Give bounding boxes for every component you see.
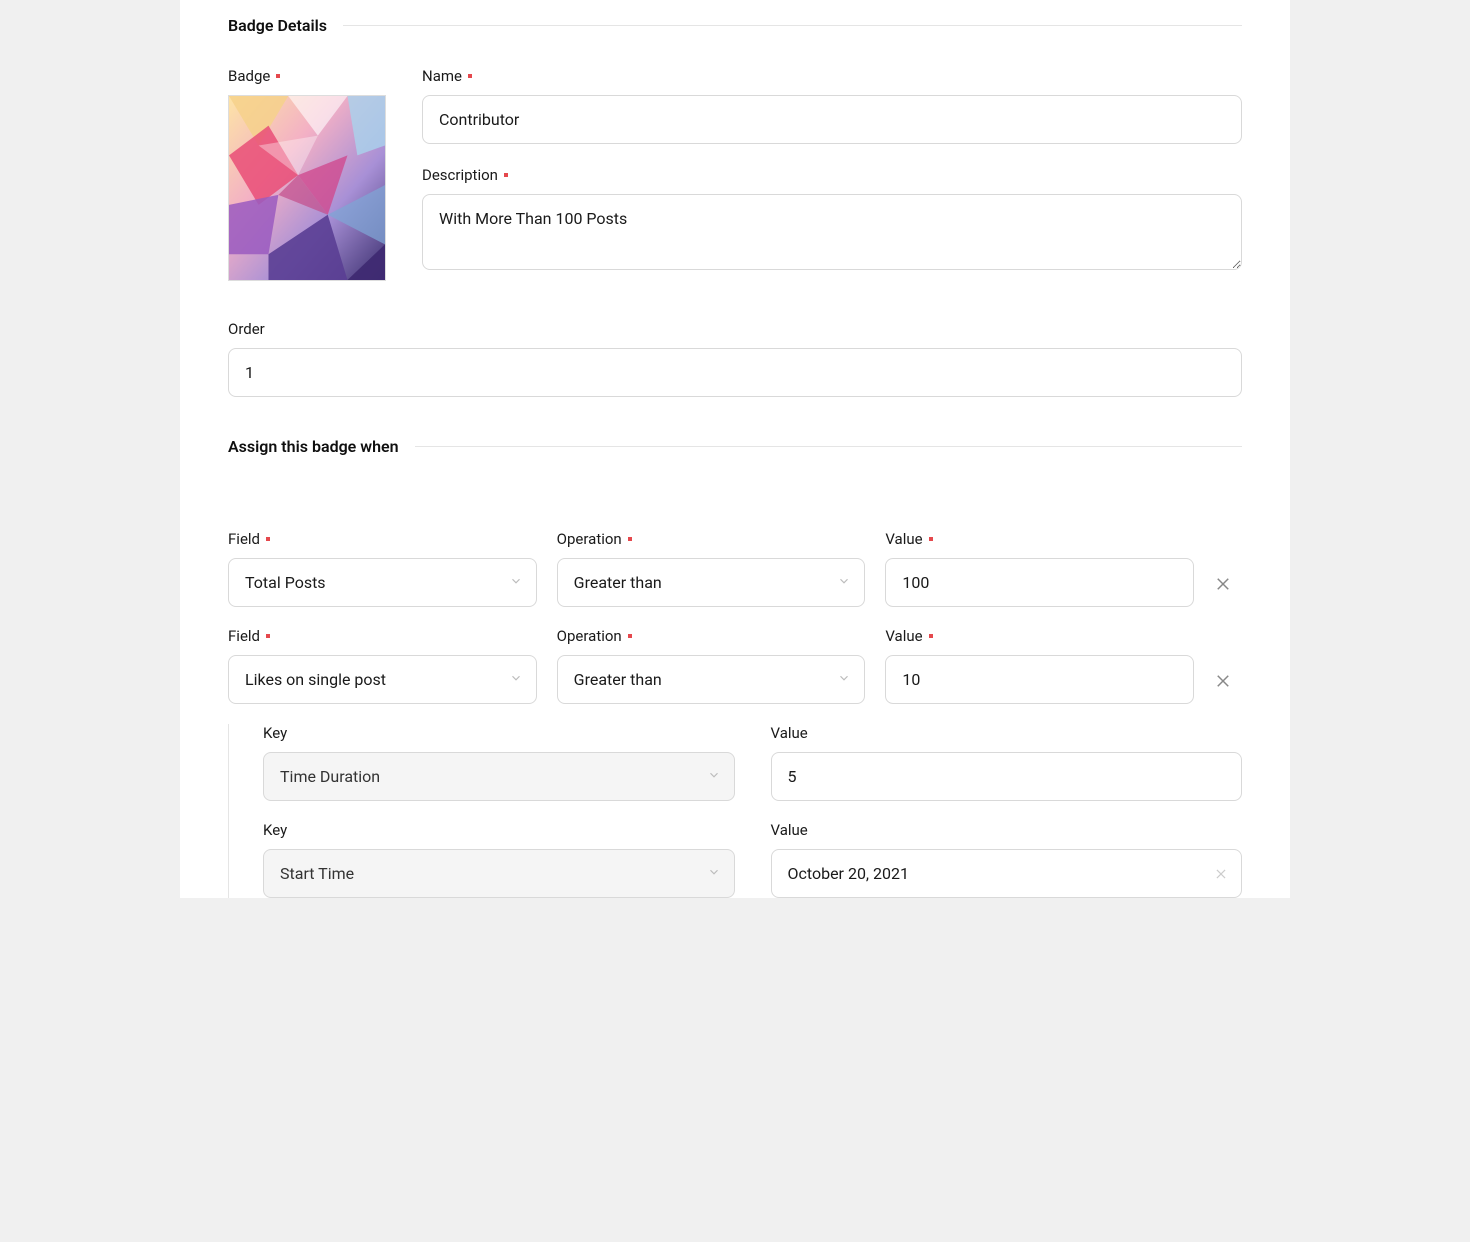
- operation-label: Operation: [557, 530, 622, 548]
- sub-rules-section: Key Time Duration Value Key: [228, 724, 1242, 898]
- value-label: Value: [885, 627, 922, 645]
- required-marker: [504, 173, 508, 177]
- close-icon: [1214, 672, 1232, 690]
- operation-select[interactable]: Greater than: [557, 655, 866, 704]
- field-select-value: Likes on single post: [228, 655, 537, 704]
- field-select[interactable]: Total Posts: [228, 558, 537, 607]
- kv-row: Key Time Duration Value: [263, 724, 1242, 801]
- name-input[interactable]: [422, 95, 1242, 144]
- required-marker: [929, 634, 933, 638]
- required-marker: [468, 74, 472, 78]
- date-input-value: October 20, 2021: [771, 849, 1243, 898]
- description-label: Description: [422, 166, 498, 184]
- value-label: Value: [885, 530, 922, 548]
- remove-rule-button[interactable]: [1214, 575, 1232, 593]
- section-divider: [415, 446, 1242, 447]
- order-input[interactable]: [228, 348, 1242, 397]
- key-label: Key: [263, 724, 287, 742]
- badge-image-upload[interactable]: [228, 95, 386, 281]
- value-label: Value: [771, 724, 808, 742]
- operation-select-value: Greater than: [557, 558, 866, 607]
- badge-image-column: Badge: [228, 67, 398, 296]
- operation-select-value: Greater than: [557, 655, 866, 704]
- name-description-column: Name Description: [422, 67, 1242, 296]
- section-title: Assign this badge when: [228, 437, 399, 456]
- value-label: Value: [771, 821, 808, 839]
- required-marker: [929, 537, 933, 541]
- operation-select[interactable]: Greater than: [557, 558, 866, 607]
- required-marker: [628, 537, 632, 541]
- date-input[interactable]: October 20, 2021: [771, 849, 1243, 898]
- key-label: Key: [263, 821, 287, 839]
- close-icon: [1214, 575, 1232, 593]
- value-input[interactable]: [771, 752, 1243, 801]
- key-select-value: Time Duration: [263, 752, 735, 801]
- value-input[interactable]: [885, 655, 1194, 704]
- key-select-disabled: Start Time: [263, 849, 735, 898]
- value-input[interactable]: [885, 558, 1194, 607]
- name-label: Name: [422, 67, 462, 85]
- required-marker: [266, 537, 270, 541]
- kv-row: Key Start Time Value October 20, 2021: [263, 821, 1242, 898]
- rule-row: Field Likes on single post Operation Gre…: [228, 627, 1242, 704]
- section-divider: [343, 25, 1242, 26]
- required-marker: [628, 634, 632, 638]
- order-label: Order: [228, 320, 265, 338]
- close-icon: [1214, 867, 1228, 881]
- spacer: [228, 488, 1242, 530]
- badge-form-panel: Badge Details Badge: [180, 0, 1290, 898]
- description-input[interactable]: [422, 194, 1242, 270]
- clear-button[interactable]: [1214, 867, 1228, 881]
- field-label: Field: [228, 627, 260, 645]
- top-row: Badge: [228, 67, 1242, 296]
- key-select-value: Start Time: [263, 849, 735, 898]
- field-select[interactable]: Likes on single post: [228, 655, 537, 704]
- section-header-badge-details: Badge Details: [228, 16, 1242, 35]
- key-select-disabled: Time Duration: [263, 752, 735, 801]
- badge-label: Badge: [228, 67, 270, 85]
- required-marker: [276, 74, 280, 78]
- required-marker: [266, 634, 270, 638]
- remove-rule-button[interactable]: [1214, 672, 1232, 690]
- field-select-value: Total Posts: [228, 558, 537, 607]
- operation-label: Operation: [557, 627, 622, 645]
- rule-row: Field Total Posts Operation Greater than: [228, 530, 1242, 607]
- section-header-assign-when: Assign this badge when: [228, 437, 1242, 456]
- section-title: Badge Details: [228, 16, 327, 35]
- field-label: Field: [228, 530, 260, 548]
